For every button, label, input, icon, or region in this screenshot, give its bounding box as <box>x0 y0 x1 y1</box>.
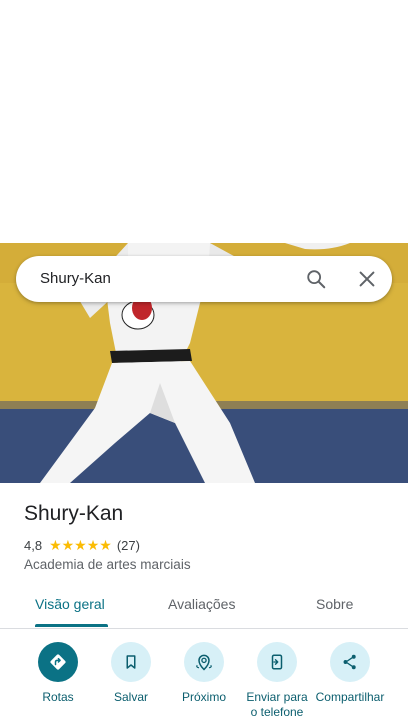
nearby-label: Próximo <box>181 690 226 704</box>
rating-stars: ★★★★★ <box>49 536 112 553</box>
nearby-button[interactable]: Próximo <box>166 640 242 705</box>
rating-row[interactable]: 4,8 ★★★★★ (27) <box>24 537 140 553</box>
save-button[interactable]: Salvar <box>93 640 169 705</box>
tab-reviews[interactable]: Avaliações <box>168 596 235 612</box>
place-title: Shury-Kan <box>24 502 124 525</box>
share-button[interactable]: Compartilhar <box>312 640 388 705</box>
save-label: Salvar <box>113 690 148 704</box>
directions-label: Rotas <box>42 690 74 704</box>
share-icon <box>330 642 370 682</box>
tab-bar: Visão geral Avaliações Sobre <box>0 584 408 629</box>
place-category: Academia de artes marciais <box>24 557 191 572</box>
nearby-icon <box>184 642 224 682</box>
search-icon[interactable] <box>305 268 327 290</box>
active-tab-indicator <box>35 624 108 627</box>
directions-icon <box>38 642 78 682</box>
review-count: (27) <box>116 537 140 553</box>
tab-overview[interactable]: Visão geral <box>35 596 105 612</box>
send-to-phone-label: Enviar para o telefone <box>246 690 308 719</box>
send-to-phone-button[interactable]: Enviar para o telefone <box>239 640 315 720</box>
search-bar[interactable]: Shury-Kan <box>16 256 392 302</box>
close-icon[interactable] <box>356 268 378 290</box>
rating-value: 4,8 <box>24 537 43 553</box>
search-input[interactable]: Shury-Kan <box>40 270 111 287</box>
directions-button[interactable]: Rotas <box>20 640 96 705</box>
share-label: Compartilhar <box>315 690 385 704</box>
tab-about[interactable]: Sobre <box>316 596 353 612</box>
send-to-phone-icon <box>257 642 297 682</box>
map-blank-area <box>0 0 408 243</box>
bookmark-icon <box>111 642 151 682</box>
